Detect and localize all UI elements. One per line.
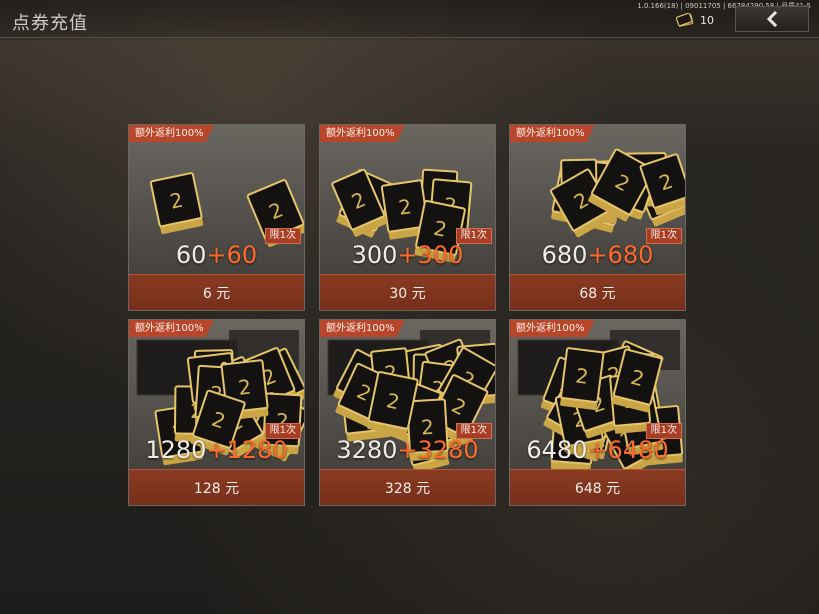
bonus-tag: 额外返利100%: [129, 320, 214, 337]
price-button[interactable]: 6 元: [129, 274, 304, 310]
price-button[interactable]: 30 元: [320, 274, 495, 310]
bonus-tag: 额外返利100%: [320, 125, 405, 142]
base-amount: 3280: [336, 436, 398, 464]
extra-amount: +60: [206, 241, 258, 269]
coupon-amount: 60+60: [129, 241, 304, 269]
bonus-tag: 额外返利100%: [510, 320, 595, 337]
package-card-6[interactable]: 22222222222222222222额外返利100%限1次6480+6480…: [509, 319, 686, 506]
package-card-5[interactable]: 2222222222222222额外返利100%限1次3280+3280328 …: [319, 319, 496, 506]
currency-count: 10: [700, 13, 714, 27]
package-card-2[interactable]: 222222额外返利100%限1次300+30030 元: [319, 124, 496, 311]
svg-text:2: 2: [237, 375, 252, 400]
extra-amount: +6480: [587, 436, 669, 464]
extra-amount: +1280: [206, 436, 288, 464]
extra-amount: +300: [397, 241, 464, 269]
price-button[interactable]: 68 元: [510, 274, 685, 310]
base-amount: 60: [175, 241, 207, 269]
package-grid: 22额外返利100%限1次60+606 元 222222额外返利100%限1次3…: [128, 124, 688, 506]
extra-amount: +680: [587, 241, 654, 269]
back-button[interactable]: [735, 6, 809, 32]
coupon-amount: 1280+1280: [129, 436, 304, 464]
coupon-amount: 6480+6480: [510, 436, 685, 464]
bonus-tag: 额外返利100%: [320, 320, 405, 337]
top-bar: 点券充值 1.0.166(18) | 09011705 | 66784290 5…: [0, 0, 819, 38]
package-card-4[interactable]: 22222222222222额外返利100%限1次1280+1280128 元: [128, 319, 305, 506]
price-button[interactable]: 328 元: [320, 469, 495, 505]
package-card-3[interactable]: 222222222222额外返利100%限1次680+68068 元: [509, 124, 686, 311]
coupon-amount: 3280+3280: [320, 436, 495, 464]
extra-amount: +3280: [397, 436, 479, 464]
bonus-tag: 额外返利100%: [129, 125, 214, 142]
price-button[interactable]: 128 元: [129, 469, 304, 505]
page-title: 点券充值: [12, 13, 88, 34]
base-amount: 1280: [145, 436, 207, 464]
coupon-icon: [676, 13, 694, 27]
price-button[interactable]: 648 元: [510, 469, 685, 505]
base-amount: 680: [541, 241, 588, 269]
coupon-amount: 300+300: [320, 241, 495, 269]
back-arrow-icon: [766, 11, 778, 27]
bonus-tag: 额外返利100%: [510, 125, 595, 142]
package-card-1[interactable]: 2 2 额外返利100% 限1次 60+60 6 元: [128, 124, 305, 311]
currency-display: 10: [676, 12, 714, 28]
base-amount: 6480: [526, 436, 588, 464]
coupon-amount: 680+680: [510, 241, 685, 269]
base-amount: 300: [351, 241, 398, 269]
